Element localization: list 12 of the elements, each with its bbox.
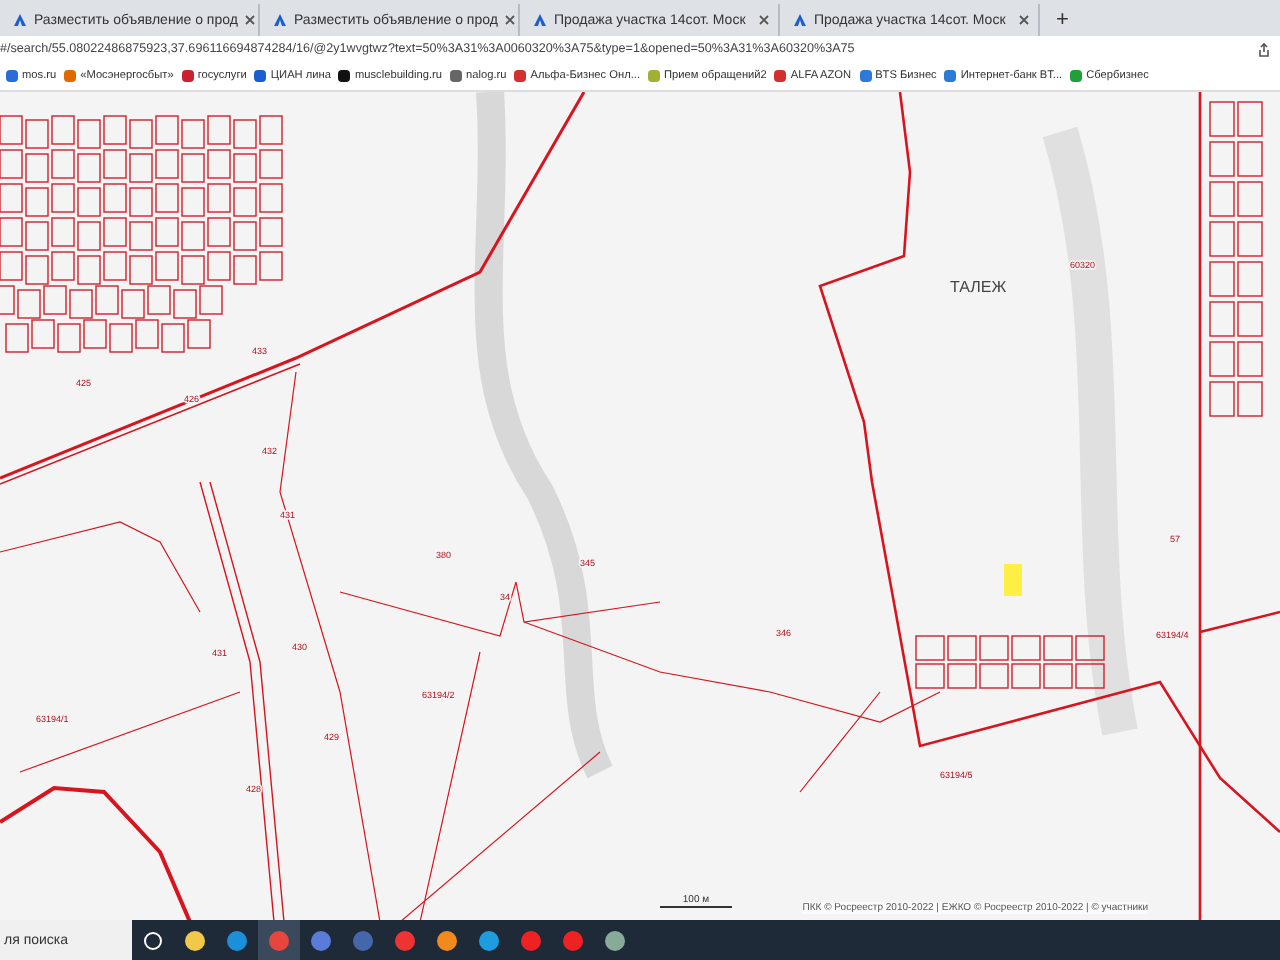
logo-icon — [792, 12, 808, 28]
close-icon[interactable] — [503, 14, 516, 26]
new-tab-button[interactable]: + — [1044, 4, 1081, 36]
close-icon[interactable] — [1018, 14, 1030, 26]
place-label: ТАЛЕЖ — [950, 278, 1007, 296]
share-icon[interactable] — [1256, 41, 1272, 57]
logo-icon — [272, 12, 288, 28]
logo-icon — [532, 12, 548, 28]
selected-parcel-marker — [1004, 564, 1022, 596]
close-icon[interactable] — [243, 14, 256, 26]
logo-icon — [12, 12, 28, 28]
close-icon[interactable] — [758, 14, 770, 26]
